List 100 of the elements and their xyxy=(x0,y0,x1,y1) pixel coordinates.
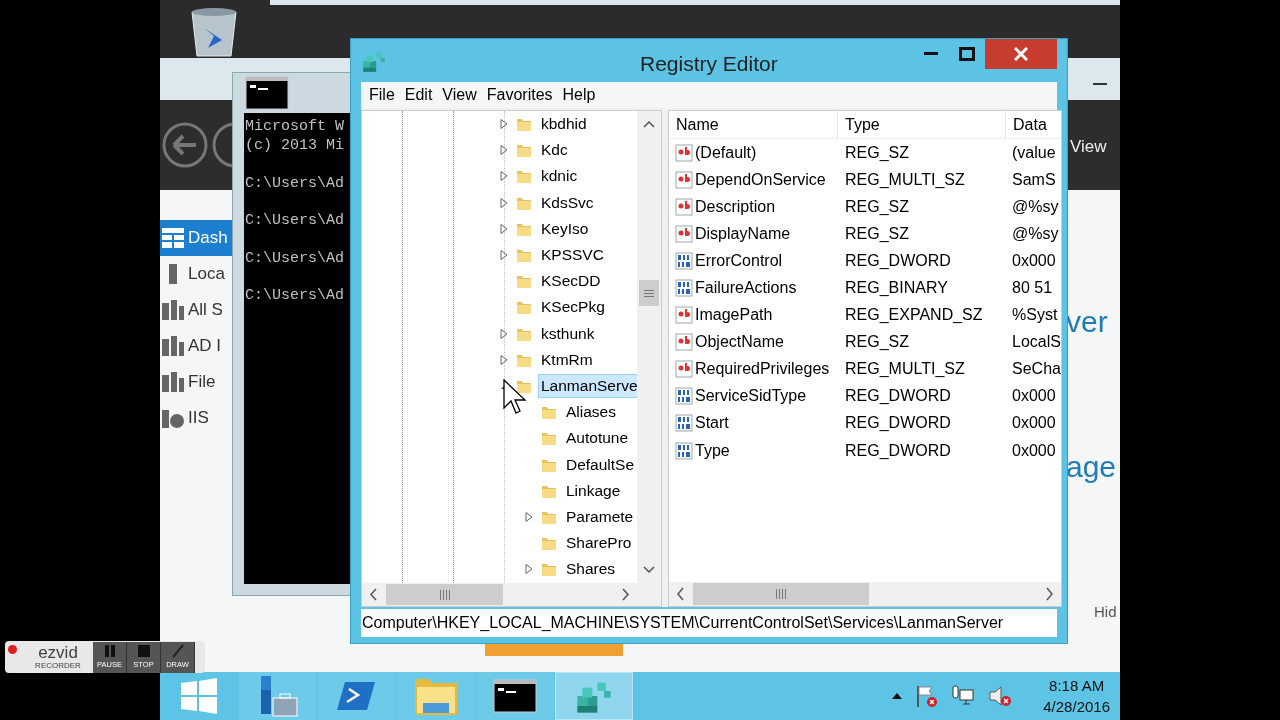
value-data: LocalS xyxy=(1011,332,1061,353)
close-button[interactable] xyxy=(985,39,1057,69)
tree-item[interactable]: ksthunk xyxy=(538,321,598,346)
command-prompt-icon[interactable] xyxy=(245,76,289,110)
tree-item[interactable]: KPSSVC xyxy=(538,243,607,268)
scroll-thumb[interactable] xyxy=(386,584,503,605)
value-type: REG_DWORD xyxy=(844,440,952,461)
string-value-icon xyxy=(675,306,693,325)
menu-item[interactable]: Favorites xyxy=(482,83,557,107)
expand-arrow-icon[interactable] xyxy=(498,118,510,131)
value-data: SeCha xyxy=(1011,359,1061,380)
value-name[interactable]: Type xyxy=(695,438,730,463)
vertical-scrollbar[interactable] xyxy=(637,111,661,583)
scroll-thumb[interactable] xyxy=(693,583,869,605)
expand-arrow-icon[interactable] xyxy=(498,144,510,157)
value-name[interactable]: ErrorControl xyxy=(695,248,783,273)
back-icon[interactable] xyxy=(162,122,208,168)
nav-item[interactable]: Loca xyxy=(160,256,232,292)
value-name[interactable]: ObjectName xyxy=(695,330,784,355)
expand-arrow-icon[interactable] xyxy=(498,249,510,262)
value-name[interactable]: RequiredPrivileges xyxy=(695,357,830,382)
nav-item[interactable]: All S xyxy=(160,292,232,328)
string-value-icon xyxy=(675,360,693,379)
expand-arrow-icon[interactable] xyxy=(498,196,510,209)
stop-icon xyxy=(136,643,151,658)
value-type: REG_EXPAND_SZ xyxy=(844,305,984,326)
web-server-icon xyxy=(162,408,184,428)
tree-item[interactable]: SharePro xyxy=(563,531,635,556)
expand-arrow-icon[interactable] xyxy=(523,510,535,523)
status-bar-path: Computer\HKEY_LOCAL_MACHINE\SYSTEM\CurrentControlSet\Services\LanmanServer xyxy=(361,613,1004,633)
value-name[interactable]: ImagePath xyxy=(695,303,773,328)
expand-arrow-icon[interactable] xyxy=(498,327,510,340)
menu-item[interactable]: View xyxy=(438,83,481,107)
tree-item[interactable]: Linkage xyxy=(563,478,624,503)
mouse-pointer-icon xyxy=(503,379,527,417)
column-header[interactable]: Name xyxy=(669,111,838,138)
tree-item[interactable]: Kdc xyxy=(538,138,571,163)
tree-item[interactable]: Autotune xyxy=(563,426,632,451)
tree-item[interactable]: KdsSvc xyxy=(538,190,597,215)
speaker-muted-icon[interactable] xyxy=(987,684,1014,708)
command-prompt-icon[interactable] xyxy=(493,679,537,713)
value-name[interactable]: Start xyxy=(695,411,729,436)
column-header[interactable]: Data xyxy=(1006,111,1061,138)
tree-item[interactable]: kbdhid xyxy=(538,112,590,137)
console-line: C:\Users\Ad xyxy=(245,248,345,268)
value-data: @%sy xyxy=(1011,196,1059,217)
value-type: REG_SZ xyxy=(844,223,910,244)
binary-value-icon xyxy=(675,251,693,270)
tree-item[interactable]: Aliases xyxy=(563,400,619,425)
view-menu[interactable]: View xyxy=(1070,134,1107,160)
tree-item[interactable]: KSecDD xyxy=(538,269,604,294)
menu-item[interactable]: Edit xyxy=(400,83,437,107)
pause-icon xyxy=(102,643,117,658)
forward-icon[interactable] xyxy=(212,122,232,168)
value-name[interactable]: Description xyxy=(695,194,776,219)
clock[interactable]: 8:18 AM 4/28/2016 xyxy=(1043,675,1110,717)
value-data: 0x000 xyxy=(1011,413,1056,434)
value-name[interactable]: DependOnService xyxy=(695,167,826,192)
nav-item[interactable]: IIS xyxy=(160,400,232,436)
value-data: 0x000 xyxy=(1011,250,1056,271)
tree-item[interactable]: KtmRm xyxy=(538,347,596,372)
nav-item[interactable]: AD I xyxy=(160,328,232,364)
nav-item[interactable]: File xyxy=(160,364,232,400)
tree-item[interactable]: LanmanServe xyxy=(538,373,637,398)
network-icon[interactable] xyxy=(951,684,976,708)
binary-value-icon xyxy=(675,414,693,433)
binary-value-icon xyxy=(675,441,693,460)
tree-item[interactable]: DefaultSe xyxy=(563,452,637,477)
taskbar-button[interactable] xyxy=(476,672,554,720)
recorder-brand: ezvid xyxy=(38,644,78,661)
powershell-icon[interactable] xyxy=(337,680,377,712)
tree-item[interactable]: KSecPkg xyxy=(538,295,608,320)
nav-item[interactable]: Dash xyxy=(160,220,232,256)
tree-item[interactable]: Paramete xyxy=(563,504,637,529)
flag-alert-icon[interactable] xyxy=(915,684,940,708)
console-line: C:\Users\Ad xyxy=(245,173,345,193)
column-header[interactable]: Type xyxy=(838,111,1006,138)
value-name[interactable]: ServiceSidType xyxy=(695,384,807,409)
expand-arrow-icon[interactable] xyxy=(498,353,510,366)
value-name[interactable]: (Default) xyxy=(695,140,757,165)
dashboard-icon xyxy=(162,228,184,248)
string-value-icon xyxy=(675,197,693,216)
tree-item[interactable]: Shares xyxy=(563,557,619,582)
section-heading: age xyxy=(1066,449,1117,485)
clock-time: 8:18 AM xyxy=(1049,676,1105,696)
link[interactable]: Hid xyxy=(1094,602,1117,622)
section-heading: ver xyxy=(1066,304,1108,340)
string-value-icon xyxy=(675,224,693,243)
menu-item[interactable]: File xyxy=(365,83,399,107)
tree-item[interactable]: kdnic xyxy=(538,164,581,189)
expand-arrow-icon[interactable] xyxy=(523,563,535,576)
binary-value-icon xyxy=(675,279,693,297)
scroll-thumb[interactable] xyxy=(639,280,659,306)
tree-item[interactable]: KeyIso xyxy=(538,216,592,241)
show-hidden-icons-icon[interactable] xyxy=(891,692,904,700)
expand-arrow-icon[interactable] xyxy=(498,170,510,183)
value-name[interactable]: DisplayName xyxy=(695,221,791,246)
menu-item[interactable]: Help xyxy=(558,83,600,107)
expand-arrow-icon[interactable] xyxy=(498,222,510,235)
value-name[interactable]: FailureActions xyxy=(695,276,797,300)
